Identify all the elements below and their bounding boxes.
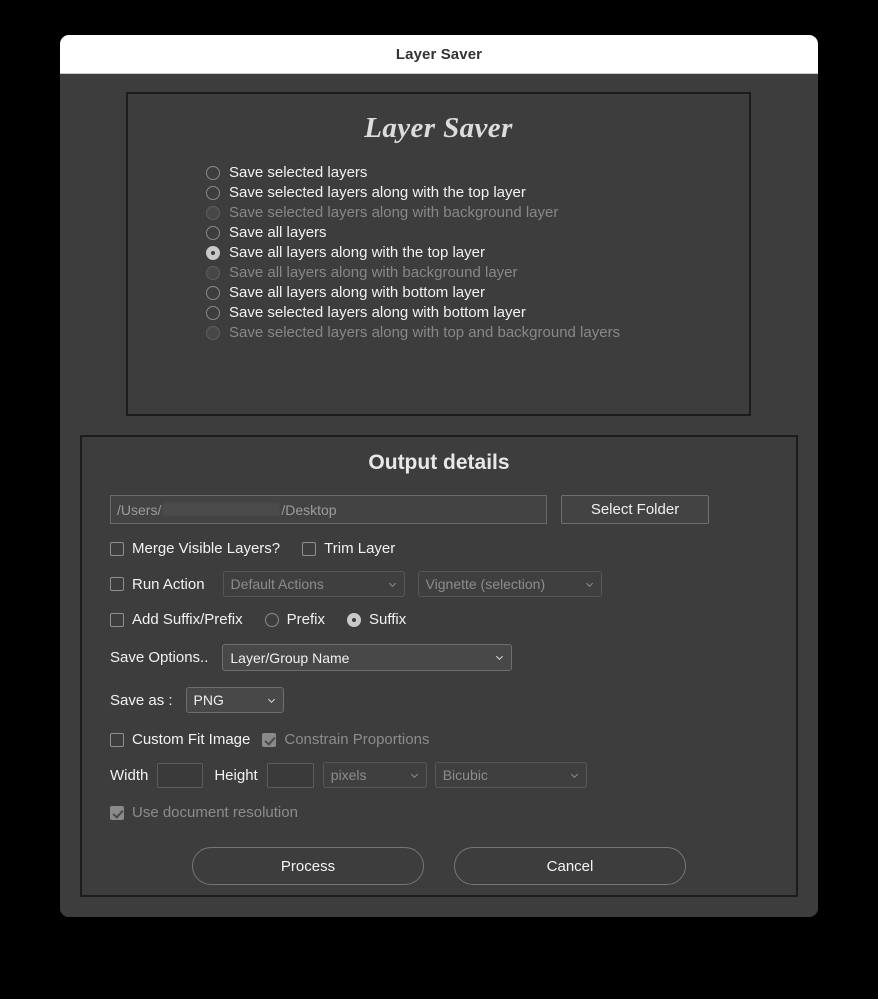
custom-fit-row: Custom Fit Image Constrain Proportions [82,731,796,748]
radio-icon[interactable] [206,306,220,320]
select-folder-button[interactable]: Select Folder [561,495,709,524]
trim-layer-label: Trim Layer [324,540,396,557]
output-details-panel: Output details /Users/ /Desktop Select Fo… [80,435,798,897]
save-mode-option-7[interactable]: Save selected layers along with bottom l… [206,303,749,323]
height-label: Height [214,766,258,784]
save-as-row: Save as : PNG [82,687,796,713]
prefix-radio-icon[interactable] [264,612,279,627]
constrain-proportions-checkbox [262,732,277,747]
path-prefix-text: /Users/ [117,501,162,518]
save-mode-option-label: Save all layers along with bottom layer [229,284,485,301]
units-select: pixels [322,762,427,788]
save-mode-panel: Layer Saver Save selected layers Save se… [126,92,751,416]
save-mode-option-6[interactable]: Save all layers along with bottom layer [206,283,749,303]
save-as-select[interactable]: PNG [185,687,284,713]
save-mode-option-label: Save selected layers along with the top … [229,184,526,201]
action-name-select: Vignette (selection) [417,571,602,597]
save-mode-option-5: Save all layers along with background la… [206,263,749,283]
chevron-down-icon [410,771,419,780]
save-options-value: Layer/Group Name [230,649,350,666]
radio-icon [206,206,220,220]
radio-icon[interactable] [206,166,220,180]
width-label: Width [110,766,149,784]
merge-visible-layers-checkbox[interactable] [110,541,124,556]
run-action-checkbox[interactable] [110,577,124,591]
save-mode-option-2: Save selected layers along with backgrou… [206,203,749,223]
use-document-resolution-checkbox [110,805,124,820]
save-mode-option-8: Save selected layers along with top and … [206,323,749,343]
action-button-row: Process Cancel [82,847,796,885]
path-suffix-text: /Desktop [281,501,337,518]
action-name-value: Vignette (selection) [425,576,546,592]
save-options-row: Save Options.. Layer/Group Name [82,644,796,671]
chevron-down-icon [570,771,579,780]
dialog-body: Layer Saver Save selected layers Save se… [60,74,818,917]
custom-fit-image-checkbox[interactable] [110,732,124,747]
output-path-row: /Users/ /Desktop Select Folder [82,495,796,524]
save-mode-option-label: Save all layers [229,224,327,241]
height-input [266,762,314,788]
use-document-resolution-row: Use document resolution [82,804,796,821]
save-as-value: PNG [193,692,224,708]
save-mode-radio-group: Save selected layers Save selected layer… [128,163,749,343]
process-button[interactable]: Process [192,847,424,885]
save-mode-option-label: Save selected layers [229,164,368,181]
dimensions-row: Width Height pixels Bicubic [82,762,796,788]
custom-fit-image-label: Custom Fit Image [132,731,251,748]
save-mode-option-3[interactable]: Save all layers [206,223,749,243]
output-details-title: Output details [368,451,510,474]
save-mode-option-label: Save all layers along with the top layer [229,244,485,261]
suffix-radio-icon-selected[interactable] [346,612,361,627]
title-bar: Layer Saver [60,35,818,74]
chevron-down-icon [585,580,594,589]
save-mode-option-1[interactable]: Save selected layers along with the top … [206,183,749,203]
suffix-radio-label: Suffix [368,611,407,628]
add-suffix-prefix-label: Add Suffix/Prefix [132,611,243,628]
save-mode-option-0[interactable]: Save selected layers [206,163,749,183]
save-mode-option-label: Save selected layers along with top and … [229,324,621,341]
window-title: Layer Saver [395,45,483,63]
save-mode-option-label: Save all layers along with background la… [229,264,518,281]
merge-visible-layers-label: Merge Visible Layers? [132,540,281,557]
use-document-resolution-label: Use document resolution [132,804,298,821]
radio-icon [206,266,220,280]
save-mode-option-4[interactable]: Save all layers along with the top layer [206,243,749,263]
radio-icon [206,326,220,340]
radio-icon[interactable] [206,226,220,240]
radio-icon-selected[interactable] [206,246,220,260]
action-set-select: Default Actions [222,571,405,597]
save-options-select[interactable]: Layer/Group Name [222,644,513,671]
units-value: pixels [330,767,367,783]
save-mode-option-label: Save selected layers along with bottom l… [229,304,526,321]
save-mode-option-label: Save selected layers along with backgrou… [229,204,559,221]
chevron-down-icon [267,696,276,705]
resample-method-select: Bicubic [434,762,587,788]
width-input [157,762,204,788]
merge-trim-row: Merge Visible Layers? Trim Layer [82,540,796,557]
save-options-label: Save Options.. [110,649,209,666]
add-suffix-prefix-checkbox[interactable] [110,612,124,627]
app-window: Layer Saver Layer Saver Save selected la… [60,35,818,917]
chevron-down-icon [388,580,397,589]
output-path-input[interactable]: /Users/ /Desktop [110,495,547,524]
redacted-username [162,503,281,516]
prefix-radio-label: Prefix [286,611,325,628]
chevron-down-icon [495,653,504,662]
app-heading: Layer Saver [364,112,513,144]
run-action-label: Run Action [132,575,205,593]
cancel-button[interactable]: Cancel [454,847,686,885]
add-suffix-prefix-row: Add Suffix/Prefix Prefix Suffix [82,611,796,628]
constrain-proportions-label: Constrain Proportions [284,731,430,748]
action-set-value: Default Actions [230,576,324,592]
resample-method-value: Bicubic [442,767,488,783]
trim-layer-checkbox[interactable] [302,541,317,556]
save-as-label: Save as : [110,691,173,709]
radio-icon[interactable] [206,286,220,300]
run-action-row: Run Action Default Actions Vignette (sel… [82,571,796,597]
radio-icon[interactable] [206,186,220,200]
